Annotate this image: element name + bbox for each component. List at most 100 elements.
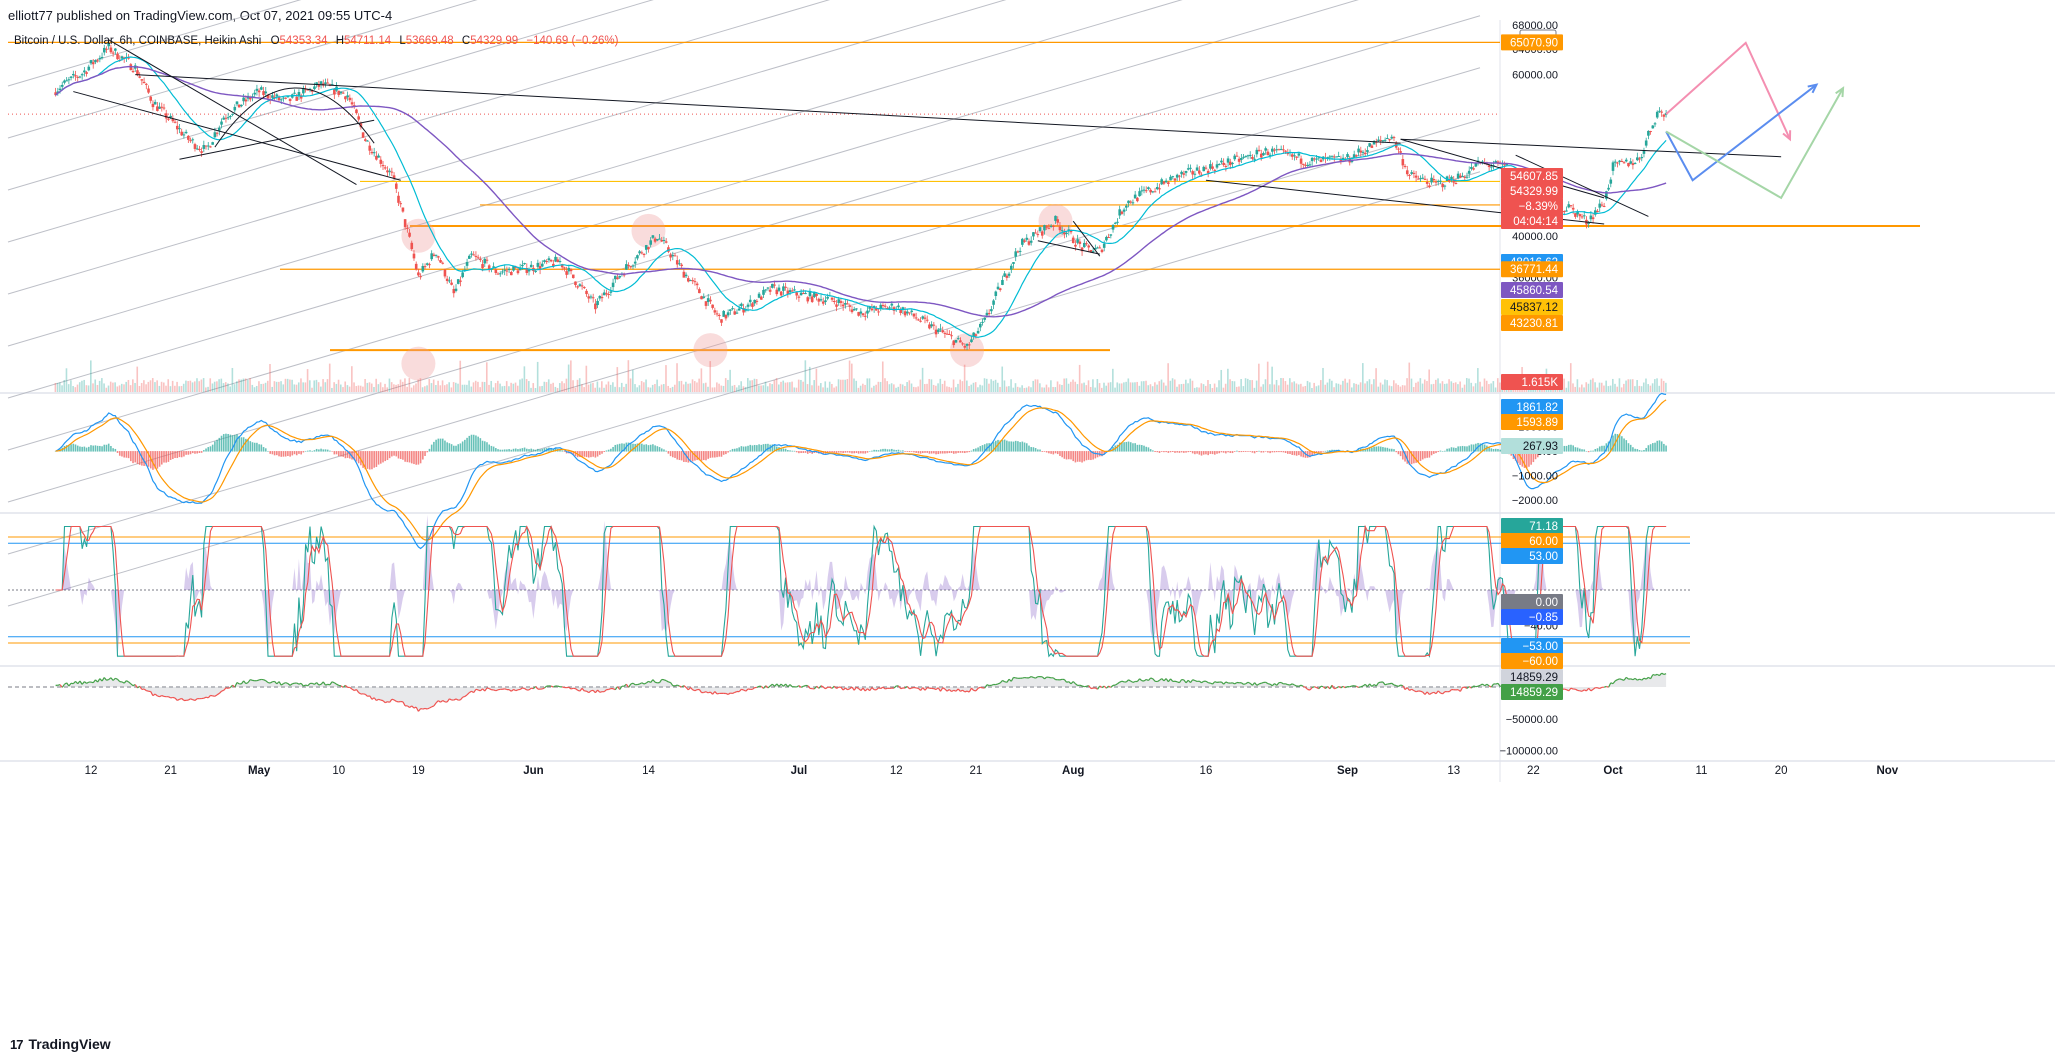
osc-line-segment — [486, 687, 490, 690]
macd-histogram-bar — [523, 447, 526, 452]
candle-body — [746, 304, 750, 307]
candle-body — [1412, 172, 1416, 174]
volume-bar — [171, 380, 174, 392]
candle-body — [952, 340, 956, 346]
volume-bar — [483, 381, 486, 392]
volume-bar — [1346, 382, 1349, 392]
volume-bar — [720, 385, 723, 392]
candle-body — [1496, 161, 1500, 163]
macd-histogram-bar — [1196, 451, 1198, 454]
volume-bar — [583, 387, 585, 392]
macd-histogram-bar — [926, 451, 929, 453]
candle-body — [1432, 178, 1436, 181]
volume-bar — [820, 383, 822, 392]
volume-bar — [1105, 385, 1108, 392]
macd-tick-label: −1000.00 — [1512, 470, 1558, 482]
volume-bar — [114, 382, 116, 392]
candle-body — [218, 127, 221, 131]
macd-histogram-bar — [738, 447, 740, 452]
volume-bar — [313, 380, 316, 392]
candle-body — [706, 298, 710, 303]
macd-histogram-bar — [1010, 441, 1013, 452]
macd-histogram-bar — [417, 451, 420, 465]
candle-body — [443, 269, 447, 277]
macd-histogram-bar — [652, 444, 654, 452]
candle-body — [950, 335, 953, 337]
volume-bar — [685, 381, 687, 392]
macd-histogram-bar — [1045, 451, 1048, 453]
candle-body — [483, 258, 487, 264]
candle-body — [1116, 221, 1119, 223]
price-pane[interactable] — [7, 0, 1920, 607]
candle-body — [344, 96, 347, 100]
macd-histogram-bar — [886, 449, 889, 452]
volume-bar — [1277, 385, 1280, 392]
volume-bar — [656, 379, 658, 392]
volume-bar — [1138, 385, 1141, 392]
candle-body — [956, 338, 960, 340]
macd-histogram-bar — [426, 451, 429, 453]
candle-body — [795, 292, 798, 296]
volume-bar — [576, 379, 579, 392]
candle-body — [1151, 191, 1155, 193]
price-axis[interactable]: 68000.0064000.0060000.0040000.0036000.00… — [1500, 20, 1563, 758]
volume-bar — [1116, 382, 1119, 392]
candle-body — [262, 91, 265, 96]
candle-body — [709, 299, 712, 302]
macd-histogram-bar — [696, 451, 698, 461]
volume-bar — [331, 387, 333, 392]
macd-histogram-bar — [284, 451, 287, 457]
candle-body — [226, 117, 230, 119]
candle-body — [200, 151, 203, 153]
macd-histogram-bar — [371, 451, 373, 470]
volume-bar — [815, 368, 818, 392]
macd-histogram-bar — [419, 451, 422, 464]
candle-body — [151, 103, 155, 108]
chart-canvas[interactable]: 68000.0064000.0060000.0040000.0036000.00… — [0, 0, 2055, 1058]
candle-body — [445, 278, 449, 282]
candle-body — [209, 146, 212, 148]
oscillator-pane[interactable] — [8, 672, 1667, 712]
candle-body — [1125, 205, 1128, 208]
time-tick-label: 12 — [85, 765, 98, 777]
candle-body — [616, 277, 619, 280]
time-axis[interactable]: 12 21 May 10 19 Jun 14 Jul 12 21 Aug 16 Sep 13 22 Oct 11… — [85, 765, 1899, 777]
tradingview-brand[interactable]: 17 TradingView — [10, 1036, 111, 1052]
price-axis-label: 04:04:14 — [1513, 216, 1558, 228]
volume-bar — [592, 382, 594, 392]
macd-histogram-bar — [848, 451, 851, 453]
volume-bar — [689, 383, 692, 392]
macd-histogram-bar — [868, 451, 871, 452]
macd-histogram-bar — [1632, 447, 1634, 452]
candle-body — [1653, 123, 1657, 125]
macd-histogram-bar — [1320, 451, 1322, 453]
macd-histogram-bar — [643, 444, 645, 452]
candle-body — [1295, 156, 1298, 158]
volume-bar — [275, 381, 278, 392]
volume-bar — [707, 386, 709, 392]
volume-bar — [1107, 382, 1110, 392]
macd-histogram-bar — [1008, 441, 1010, 452]
macd-histogram-bar — [727, 451, 729, 453]
volume-bar — [1255, 380, 1258, 392]
stoch-rsi-pane[interactable] — [8, 514, 1690, 659]
volume-bar — [1295, 383, 1298, 392]
volume-bar — [603, 387, 605, 392]
macd-histogram-bar — [1275, 451, 1278, 453]
macd-histogram-bar — [1497, 448, 1499, 452]
macd-histogram-bar — [782, 448, 785, 452]
macd-histogram-bar — [253, 442, 256, 452]
volume-bar — [450, 387, 453, 392]
volume-bar — [1207, 380, 1209, 392]
volume-bar — [1600, 382, 1603, 392]
volume-bar — [937, 383, 939, 392]
candle-body — [919, 320, 922, 322]
volume-bar — [490, 380, 493, 392]
trend-line — [179, 119, 375, 160]
volume-bar — [665, 365, 667, 392]
macd-histogram-bar — [1377, 446, 1380, 452]
volume-bar — [291, 379, 293, 392]
volume-bar — [519, 379, 521, 392]
macd-histogram-bar — [649, 444, 652, 452]
macd-histogram-bar — [787, 450, 789, 452]
